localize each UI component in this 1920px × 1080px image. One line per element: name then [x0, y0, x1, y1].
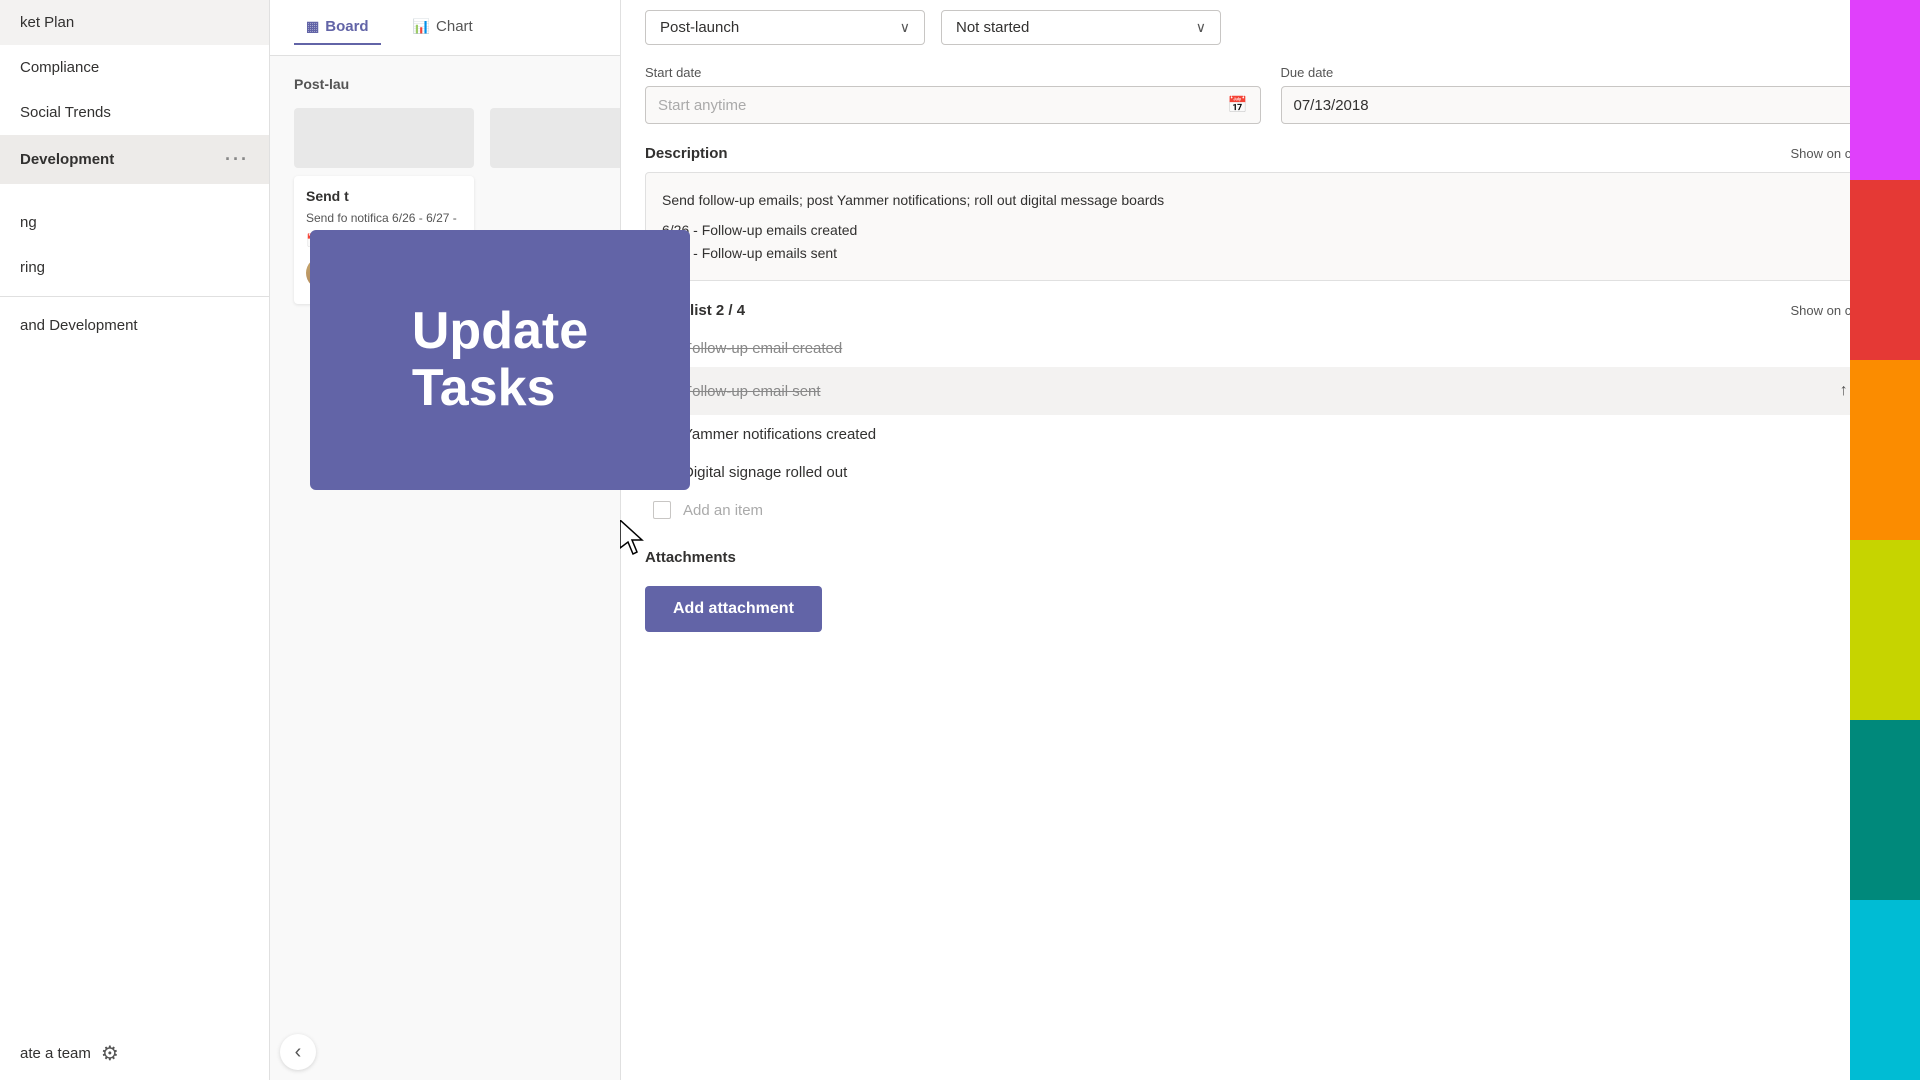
sidebar-group-1[interactable]: ng [0, 200, 269, 245]
due-date-label: Due date [1281, 65, 1897, 80]
swatch-yellow-green[interactable] [1850, 540, 1920, 720]
calendar-icon-start: 📅 [1228, 95, 1248, 115]
description-label: Description [645, 145, 728, 162]
board-icon: ▦ [306, 18, 319, 35]
chart-icon: 📊 [413, 18, 430, 35]
sidebar: ket Plan Compliance Social Trends Develo… [0, 0, 270, 1080]
sidebar-item-social-trends[interactable]: Social Trends [0, 90, 269, 135]
description-section: Description Show on card ✓ Send follow-u… [621, 134, 1920, 291]
sidebar-team-section-label: and Development [20, 317, 138, 334]
tab-chart-label: Chart [436, 18, 473, 35]
checklist-progress: 2 / 4 [716, 302, 745, 319]
checklist-item-4: Digital signage rolled out [645, 453, 1896, 491]
sidebar-item-compliance-label: Compliance [20, 59, 99, 76]
sidebar-group-2-label: ring [20, 259, 45, 276]
sidebar-item-market-plan[interactable]: ket Plan [0, 0, 269, 45]
task-detail-panel: Post-launch ∨ Not started ∨ ∧ Start date… [620, 0, 1920, 1080]
checklist-item-1-text: Follow-up email created [683, 340, 842, 357]
status-dropdown-label: Post-launch [660, 19, 892, 36]
sidebar-item-social-trends-label: Social Trends [20, 104, 111, 121]
sidebar-divider [0, 296, 269, 297]
start-date-label: Start date [645, 65, 1261, 80]
update-tasks-overlay: Update Tasks [310, 230, 690, 490]
sidebar-group-1-label: ng [20, 214, 37, 231]
swatch-teal[interactable] [1850, 720, 1920, 900]
swatch-red[interactable] [1850, 180, 1920, 360]
attachments-section: Attachments Add attachment [621, 539, 1920, 642]
card-description: Send fo notifica 6/26 - 6/27 - [306, 210, 462, 227]
sidebar-create-team[interactable]: ate a team ⚙ [0, 1027, 269, 1080]
checklist-header: Checklist 2 / 4 Show on card [645, 301, 1896, 319]
tab-chart[interactable]: 📊 Chart [401, 10, 485, 45]
sidebar-item-development[interactable]: Development ··· [0, 135, 269, 184]
swatch-orange[interactable] [1850, 360, 1920, 540]
progress-dropdown[interactable]: Not started ∨ [941, 10, 1221, 45]
description-line3: 6/27 - Follow-up emails sent [662, 242, 1879, 264]
add-item-row: Add an item [645, 491, 1896, 529]
checklist-item-3-text: Yammer notifications created [683, 426, 876, 443]
start-date-value: Start anytime [658, 97, 1228, 114]
add-attachment-button[interactable]: Add attachment [645, 586, 822, 632]
sidebar-team-section[interactable]: and Development [0, 303, 269, 348]
tab-board[interactable]: ▦ Board [294, 10, 381, 45]
sidebar-item-development-label: Development [20, 151, 114, 168]
tab-board-label: Board [325, 18, 368, 35]
swatch-cyan[interactable] [1850, 900, 1920, 1080]
sidebar-group-2[interactable]: ring [0, 245, 269, 290]
add-item-checkbox [653, 501, 671, 519]
due-date-field: Due date 07/13/2018 📅 [1281, 65, 1897, 124]
color-swatches [1850, 0, 1920, 1080]
sidebar-section-label [0, 184, 269, 200]
due-date-value: 07/13/2018 [1294, 97, 1864, 114]
status-dropdown[interactable]: Post-launch ∨ [645, 10, 925, 45]
progress-dropdown-label: Not started [956, 19, 1188, 36]
dates-row: Start date Start anytime 📅 Due date 07/1… [621, 55, 1920, 134]
checklist-item-2: ✓ Follow-up email sent ↑ 🗑 [645, 367, 1896, 415]
chevron-down-icon: ∨ [900, 19, 910, 36]
swatch-magenta[interactable] [1850, 0, 1920, 180]
checklist-item-2-text: Follow-up email sent [683, 383, 821, 400]
start-date-field: Start date Start anytime 📅 [645, 65, 1261, 124]
start-date-input[interactable]: Start anytime 📅 [645, 86, 1261, 124]
chevron-down-icon-2: ∨ [1196, 19, 1206, 36]
description-box[interactable]: Send follow-up emails; post Yammer notif… [645, 172, 1896, 281]
card-title: Send t [306, 188, 462, 204]
checklist-item-4-text: Digital signage rolled out [683, 464, 847, 481]
description-line2: 6/26 - Follow-up emails created [662, 219, 1879, 241]
add-item-placeholder[interactable]: Add an item [683, 502, 763, 519]
sidebar-item-dots[interactable]: ··· [225, 149, 249, 170]
attachments-label: Attachments [645, 549, 736, 566]
checklist-section: Checklist 2 / 4 Show on card ✓ Follow-up… [621, 291, 1920, 539]
selector-row: Post-launch ∨ Not started ∨ ∧ [621, 0, 1920, 55]
sidebar-create-team-label: ate a team [20, 1045, 91, 1062]
description-text: Send follow-up emails; post Yammer notif… [662, 189, 1879, 211]
update-tasks-text: Update Tasks [382, 283, 618, 437]
sidebar-item-market-plan-label: ket Plan [20, 14, 74, 31]
scroll-left-btn[interactable]: ‹ [280, 1034, 316, 1070]
sidebar-item-compliance[interactable]: Compliance [0, 45, 269, 90]
checklist-item-3: Yammer notifications created [645, 415, 1896, 453]
gear-icon: ⚙ [101, 1041, 119, 1066]
checklist-item-1: ✓ Follow-up email created [645, 329, 1896, 367]
attachments-header: Attachments [645, 549, 1896, 566]
description-header: Description Show on card ✓ [645, 144, 1896, 162]
due-date-input[interactable]: 07/13/2018 📅 [1281, 86, 1897, 124]
